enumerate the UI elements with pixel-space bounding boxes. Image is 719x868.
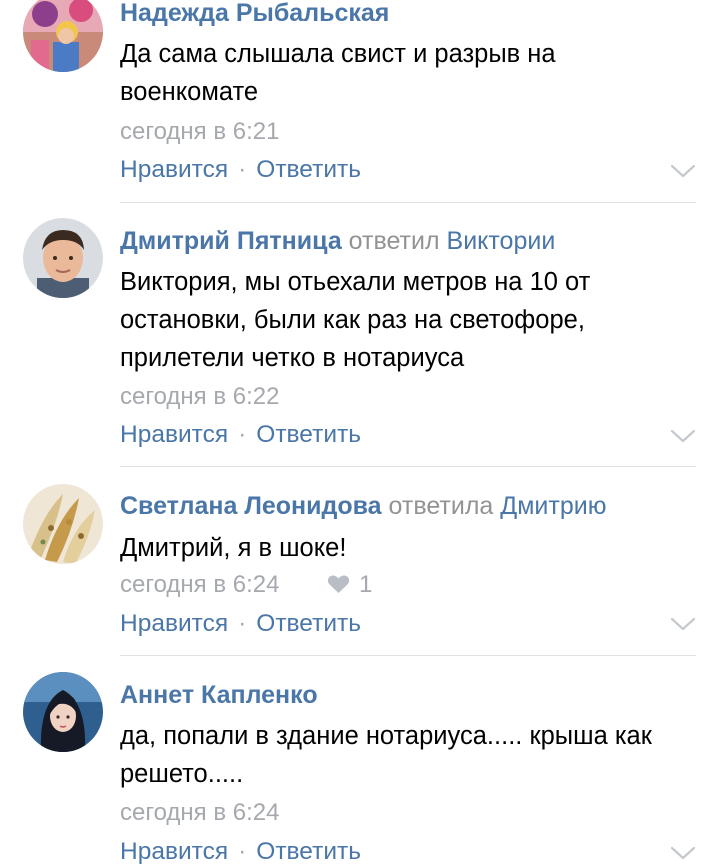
avatar[interactable] [23,672,103,752]
reply-button[interactable]: Ответить [256,610,361,637]
avatar[interactable] [23,0,103,72]
reply-indicator: ответил [348,227,440,255]
reply-button[interactable]: Ответить [256,838,361,865]
reply-target-link[interactable]: Виктории [447,227,556,255]
heart-icon [327,575,350,594]
comment-actions: Нравится · Ответить [120,837,361,867]
comment-actions: Нравится · Ответить [120,609,361,639]
comment-text: Виктория, мы отьехали метров на 10 от ос… [120,268,591,372]
reply-button[interactable]: Ответить [256,421,361,448]
avatar[interactable] [23,484,103,564]
comment-header: Светлана Леонидова ответила Дмитрию [120,491,606,521]
comment-timestamp: сегодня в 6:22 [120,383,280,410]
comment-text: Дмитрий, я в шоке! [120,534,347,562]
comment-timestamp: сегодня в 6:21 [120,118,280,145]
avatar-photo [23,0,103,72]
avatar-photo [23,672,103,752]
divider [120,466,696,467]
chevron-down-icon[interactable] [670,163,696,179]
like-count-value: 1 [359,571,373,598]
reply-indicator: ответила [388,492,494,520]
like-button[interactable]: Нравится [120,838,228,865]
like-button[interactable]: Нравится [120,156,228,183]
avatar-photo [23,218,103,298]
chevron-down-icon[interactable] [670,428,696,444]
separator-dot: · [238,421,247,448]
author-name[interactable]: Светлана Леонидова [120,492,382,520]
reply-button[interactable]: Ответить [256,156,361,183]
comment-header: Аннет Капленко [120,680,318,710]
comment-header: Дмитрий Пятница ответил Виктории [120,226,555,256]
divider [120,655,696,656]
comment-timestamp: сегодня в 6:24 [120,571,280,598]
comment-timestamp: сегодня в 6:24 [120,799,280,826]
like-count[interactable]: 1 [327,570,372,600]
author-name[interactable]: Дмитрий Пятница [120,227,342,255]
comment-actions: Нравится · Ответить [120,155,361,185]
comment-actions: Нравится · Ответить [120,420,361,450]
separator-dot: · [238,838,247,865]
reply-target-link[interactable]: Дмитрию [500,492,606,520]
chevron-down-icon[interactable] [670,616,696,632]
comment-header: Надежда Рыбальская [120,0,389,28]
avatar-photo [23,484,103,564]
chevron-down-icon[interactable] [670,845,696,861]
comment-text: да, попали в здание нотариуса..... крыша… [120,722,652,788]
author-name[interactable]: Аннет Капленко [120,681,318,709]
divider [120,202,696,203]
comment-text: Да сама слышала свист и разрыв на военко… [120,40,556,106]
separator-dot: · [238,610,247,637]
separator-dot: · [238,156,247,183]
like-button[interactable]: Нравится [120,421,228,448]
author-name[interactable]: Надежда Рыбальская [120,0,389,27]
avatar[interactable] [23,218,103,298]
like-button[interactable]: Нравится [120,610,228,637]
